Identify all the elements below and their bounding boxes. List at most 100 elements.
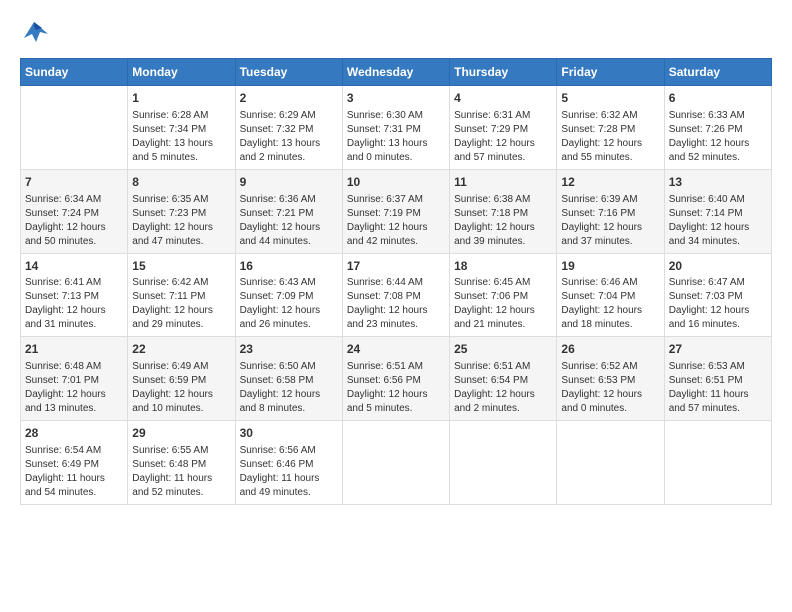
calendar-cell: 28Sunrise: 6:54 AMSunset: 6:49 PMDayligh… <box>21 421 128 505</box>
day-number: 11 <box>454 174 552 191</box>
calendar-cell: 9 Sunrise: 6:36 AMSunset: 7:21 PMDaylight… <box>235 169 342 253</box>
calendar-cell: 15Sunrise: 6:42 AMSunset: 7:11 PMDayligh… <box>128 253 235 337</box>
day-info: Sunrise: 6:44 AMSunset: 7:08 PMDaylight:… <box>347 276 445 332</box>
day-info: Sunrise: 6:42 AMSunset: 7:11 PMDaylight:… <box>132 276 230 332</box>
day-number: 21 <box>25 341 123 358</box>
day-info: Sunrise: 6:29 AMSunset: 7:32 PMDaylight:… <box>240 109 338 165</box>
day-number: 17 <box>347 258 445 275</box>
calendar-cell: 4 Sunrise: 6:31 AMSunset: 7:29 PMDaylight… <box>450 86 557 170</box>
day-info: Sunrise: 6:37 AMSunset: 7:19 PMDaylight:… <box>347 193 445 249</box>
weekday-header-tuesday: Tuesday <box>235 59 342 86</box>
day-number: 12 <box>561 174 659 191</box>
calendar-cell: 29Sunrise: 6:55 AMSunset: 6:48 PMDayligh… <box>128 421 235 505</box>
day-info: Sunrise: 6:53 AMSunset: 6:51 PMDaylight:… <box>669 360 767 416</box>
day-number: 9 <box>240 174 338 191</box>
day-info: Sunrise: 6:36 AMSunset: 7:21 PMDaylight:… <box>240 193 338 249</box>
day-info: Sunrise: 6:54 AMSunset: 6:49 PMDaylight:… <box>25 444 123 500</box>
calendar-cell: 24 Sunrise: 6:51 AMSunset: 6:56 PMDayligh… <box>342 337 449 421</box>
weekday-header-saturday: Saturday <box>664 59 771 86</box>
day-number: 25 <box>454 341 552 358</box>
day-info: Sunrise: 6:55 AMSunset: 6:48 PMDaylight:… <box>132 444 230 500</box>
day-number: 10 <box>347 174 445 191</box>
logo-icon <box>20 20 48 48</box>
calendar-cell: 13Sunrise: 6:40 AMSunset: 7:14 PMDayligh… <box>664 169 771 253</box>
day-info: Sunrise: 6:32 AMSunset: 7:28 PMDaylight:… <box>561 109 659 165</box>
calendar-cell: 14Sunrise: 6:41 AMSunset: 7:13 PMDayligh… <box>21 253 128 337</box>
day-info: Sunrise: 6:56 AMSunset: 6:46 PMDaylight:… <box>240 444 338 500</box>
day-number: 7 <box>25 174 123 191</box>
week-row-4: 28Sunrise: 6:54 AMSunset: 6:49 PMDayligh… <box>21 421 772 505</box>
day-info: Sunrise: 6:39 AMSunset: 7:16 PMDaylight:… <box>561 193 659 249</box>
calendar-cell: 2 Sunrise: 6:29 AMSunset: 7:32 PMDaylight… <box>235 86 342 170</box>
calendar-cell <box>450 421 557 505</box>
day-info: Sunrise: 6:51 AMSunset: 6:56 PMDaylight:… <box>347 360 445 416</box>
day-number: 23 <box>240 341 338 358</box>
calendar-cell: 26 Sunrise: 6:52 AMSunset: 6:53 PMDayligh… <box>557 337 664 421</box>
day-number: 20 <box>669 258 767 275</box>
day-info: Sunrise: 6:30 AMSunset: 7:31 PMDaylight:… <box>347 109 445 165</box>
day-number: 1 <box>132 90 230 107</box>
day-info: Sunrise: 6:31 AMSunset: 7:29 PMDaylight:… <box>454 109 552 165</box>
day-number: 18 <box>454 258 552 275</box>
day-number: 26 <box>561 341 659 358</box>
calendar-cell: 21 Sunrise: 6:48 AMSunset: 7:01 PMDayligh… <box>21 337 128 421</box>
calendar-cell <box>557 421 664 505</box>
calendar-cell: 16Sunrise: 6:43 AMSunset: 7:09 PMDayligh… <box>235 253 342 337</box>
day-info: Sunrise: 6:38 AMSunset: 7:18 PMDaylight:… <box>454 193 552 249</box>
day-number: 22 <box>132 341 230 358</box>
day-info: Sunrise: 6:28 AMSunset: 7:34 PMDaylight:… <box>132 109 230 165</box>
calendar-header: SundayMondayTuesdayWednesdayThursdayFrid… <box>21 59 772 86</box>
day-info: Sunrise: 6:45 AMSunset: 7:06 PMDaylight:… <box>454 276 552 332</box>
day-number: 5 <box>561 90 659 107</box>
weekday-header-sunday: Sunday <box>21 59 128 86</box>
calendar-body: 1 Sunrise: 6:28 AMSunset: 7:34 PMDaylight… <box>21 86 772 505</box>
page-header <box>20 20 772 48</box>
day-number: 30 <box>240 425 338 442</box>
calendar-cell: 3 Sunrise: 6:30 AMSunset: 7:31 PMDaylight… <box>342 86 449 170</box>
day-number: 19 <box>561 258 659 275</box>
calendar-cell: 8Sunrise: 6:35 AMSunset: 7:23 PMDaylight… <box>128 169 235 253</box>
logo <box>20 20 52 48</box>
week-row-2: 14Sunrise: 6:41 AMSunset: 7:13 PMDayligh… <box>21 253 772 337</box>
calendar-cell: 27 Sunrise: 6:53 AMSunset: 6:51 PMDayligh… <box>664 337 771 421</box>
day-info: Sunrise: 6:52 AMSunset: 6:53 PMDaylight:… <box>561 360 659 416</box>
calendar-cell: 12 Sunrise: 6:39 AMSunset: 7:16 PMDayligh… <box>557 169 664 253</box>
calendar-cell: 18Sunrise: 6:45 AMSunset: 7:06 PMDayligh… <box>450 253 557 337</box>
calendar-cell: 23 Sunrise: 6:50 AMSunset: 6:58 PMDayligh… <box>235 337 342 421</box>
calendar-cell: 11 Sunrise: 6:38 AMSunset: 7:18 PMDayligh… <box>450 169 557 253</box>
calendar-cell <box>21 86 128 170</box>
week-row-1: 7Sunrise: 6:34 AMSunset: 7:24 PMDaylight… <box>21 169 772 253</box>
calendar-cell: 20Sunrise: 6:47 AMSunset: 7:03 PMDayligh… <box>664 253 771 337</box>
day-number: 3 <box>347 90 445 107</box>
day-number: 27 <box>669 341 767 358</box>
calendar-cell <box>664 421 771 505</box>
calendar-table: SundayMondayTuesdayWednesdayThursdayFrid… <box>20 58 772 505</box>
calendar-cell: 22 Sunrise: 6:49 AMSunset: 6:59 PMDayligh… <box>128 337 235 421</box>
day-info: Sunrise: 6:35 AMSunset: 7:23 PMDaylight:… <box>132 193 230 249</box>
day-number: 16 <box>240 258 338 275</box>
week-row-3: 21 Sunrise: 6:48 AMSunset: 7:01 PMDayligh… <box>21 337 772 421</box>
calendar-cell: 5 Sunrise: 6:32 AMSunset: 7:28 PMDaylight… <box>557 86 664 170</box>
weekday-header-thursday: Thursday <box>450 59 557 86</box>
day-info: Sunrise: 6:49 AMSunset: 6:59 PMDaylight:… <box>132 360 230 416</box>
day-number: 2 <box>240 90 338 107</box>
calendar-cell: 10 Sunrise: 6:37 AMSunset: 7:19 PMDayligh… <box>342 169 449 253</box>
day-info: Sunrise: 6:33 AMSunset: 7:26 PMDaylight:… <box>669 109 767 165</box>
calendar-cell: 30 Sunrise: 6:56 AMSunset: 6:46 PMDayligh… <box>235 421 342 505</box>
calendar-cell: 25 Sunrise: 6:51 AMSunset: 6:54 PMDayligh… <box>450 337 557 421</box>
weekday-header-monday: Monday <box>128 59 235 86</box>
calendar-cell: 17Sunrise: 6:44 AMSunset: 7:08 PMDayligh… <box>342 253 449 337</box>
weekday-header-wednesday: Wednesday <box>342 59 449 86</box>
day-number: 24 <box>347 341 445 358</box>
day-info: Sunrise: 6:51 AMSunset: 6:54 PMDaylight:… <box>454 360 552 416</box>
day-info: Sunrise: 6:43 AMSunset: 7:09 PMDaylight:… <box>240 276 338 332</box>
day-info: Sunrise: 6:46 AMSunset: 7:04 PMDaylight:… <box>561 276 659 332</box>
day-number: 4 <box>454 90 552 107</box>
calendar-cell <box>342 421 449 505</box>
day-info: Sunrise: 6:41 AMSunset: 7:13 PMDaylight:… <box>25 276 123 332</box>
day-info: Sunrise: 6:48 AMSunset: 7:01 PMDaylight:… <box>25 360 123 416</box>
day-info: Sunrise: 6:47 AMSunset: 7:03 PMDaylight:… <box>669 276 767 332</box>
day-info: Sunrise: 6:50 AMSunset: 6:58 PMDaylight:… <box>240 360 338 416</box>
calendar-cell: 1 Sunrise: 6:28 AMSunset: 7:34 PMDaylight… <box>128 86 235 170</box>
weekday-header-row: SundayMondayTuesdayWednesdayThursdayFrid… <box>21 59 772 86</box>
